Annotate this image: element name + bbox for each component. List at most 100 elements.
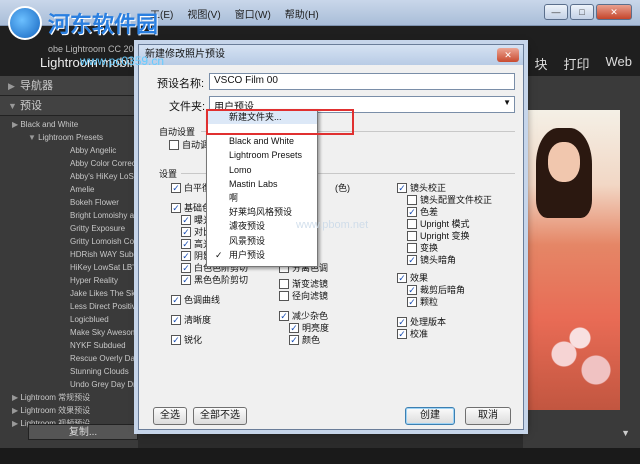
folder-menu-item[interactable]: Mastin Labs bbox=[207, 177, 317, 191]
create-button[interactable]: 创建 bbox=[405, 407, 455, 425]
preset-item[interactable]: Make Sky Awesome bbox=[0, 326, 138, 339]
menu-window[interactable]: 窗口(W) bbox=[235, 6, 271, 21]
new-preset-dialog: 新建修改照片预设 ✕ 预设名称: VSCO Film 00 文件夹: 用户预设 … bbox=[138, 44, 524, 430]
module-picker: 块 打印 Web bbox=[534, 54, 632, 73]
select-none-button[interactable]: 全部不选 bbox=[193, 407, 247, 425]
select-all-button[interactable]: 全选 bbox=[153, 407, 187, 425]
preset-item[interactable]: Stunning Clouds bbox=[0, 365, 138, 378]
preset-item[interactable]: Jake Likes The Sky bbox=[0, 287, 138, 300]
preset-item[interactable]: Rescue Overly Dark bbox=[0, 352, 138, 365]
preset-label: Lightroom Presets bbox=[38, 133, 104, 142]
preset-item[interactable]: Gritty Lomoish Con bbox=[0, 235, 138, 248]
expanded-triangle-icon: ▼ bbox=[28, 133, 39, 142]
checkbox-box: ✓ bbox=[181, 214, 191, 225]
module-print[interactable]: 打印 bbox=[563, 54, 589, 73]
checkbox-box bbox=[407, 242, 417, 253]
preset-name-label: 预设名称: bbox=[157, 78, 205, 90]
dialog-title: 新建修改照片预设 bbox=[139, 45, 523, 65]
module-slideshow[interactable]: 块 bbox=[534, 54, 547, 73]
dialog-close-button[interactable]: ✕ bbox=[497, 48, 519, 62]
checkbox-box: ✓ bbox=[397, 182, 407, 193]
navigator-panel-header[interactable]: ▶ 导航器 bbox=[0, 76, 138, 96]
checkbox-box: ✓ bbox=[181, 238, 191, 249]
setting-checkbox[interactable]: ✓ 黑色色阶剪切 bbox=[181, 273, 248, 286]
preset-item[interactable]: HiKey LowSat LB'd bbox=[0, 261, 138, 274]
checkbox-box: ✓ bbox=[289, 322, 299, 333]
close-window-button[interactable]: ✕ bbox=[596, 4, 632, 20]
preset-label: Abby's HiKey LoSat bbox=[70, 172, 138, 181]
preset-item[interactable]: Logicblued bbox=[0, 313, 138, 326]
checkbox-box: ✓ bbox=[171, 334, 181, 345]
preset-label: Undo Grey Day Dra bbox=[70, 380, 138, 389]
menu-help[interactable]: 帮助(H) bbox=[285, 6, 319, 21]
preset-item[interactable]: Bright Lomoishy a bbox=[0, 209, 138, 222]
panel-collapse-icon[interactable]: ▼ bbox=[621, 428, 630, 438]
preset-label: NYKF Subdued bbox=[70, 341, 126, 350]
preset-item[interactable]: NYKF Subdued bbox=[0, 339, 138, 352]
auto-checkbox[interactable]: 自动调 bbox=[169, 138, 209, 151]
preset-item[interactable]: Gritty Exposure bbox=[0, 222, 138, 235]
checkbox-box bbox=[407, 230, 417, 241]
preset-item[interactable]: Abby Angelic bbox=[0, 144, 138, 157]
setting-checkbox[interactable]: ✓ 颜色 bbox=[289, 333, 320, 346]
preset-item[interactable]: Abby Color Correct bbox=[0, 157, 138, 170]
setting-checkbox[interactable]: ✓ 校准 bbox=[397, 327, 428, 340]
preset-item[interactable]: Hyper Reality bbox=[0, 274, 138, 287]
bottom-bar bbox=[0, 448, 640, 464]
preset-label: Jake Likes The Sky bbox=[70, 289, 138, 298]
folder-menu-item[interactable]: 啊 bbox=[207, 191, 317, 205]
highlight-box bbox=[206, 109, 354, 135]
navigator-label: 导航器 bbox=[20, 80, 53, 92]
setting-checkbox[interactable]: ✓ 清晰度 bbox=[171, 313, 211, 326]
preset-label: Bokeh Flower bbox=[70, 198, 119, 207]
lightroom-version: obe Lightroom CC 2015 bbox=[48, 44, 144, 54]
checkbox-box: ✓ bbox=[171, 202, 181, 213]
preset-item[interactable]: Abby's HiKey LoSat bbox=[0, 170, 138, 183]
watermark-url: www.pc0359.cn bbox=[80, 54, 165, 68]
cancel-button[interactable]: 取消 bbox=[465, 407, 511, 425]
copy-button[interactable]: 复制... bbox=[28, 424, 138, 440]
folder-menu-item[interactable]: Lightroom Presets bbox=[207, 148, 317, 162]
setting-checkbox[interactable]: ✓ 白平衡 bbox=[171, 181, 211, 194]
checkbox-box bbox=[279, 278, 289, 289]
preset-folder[interactable]: ▶ Lightroom 常规预设 bbox=[0, 391, 138, 404]
setting-checkbox[interactable]: 径向滤镜 bbox=[279, 289, 328, 302]
dropdown-arrow-icon: ▼ bbox=[503, 98, 511, 107]
presets-panel-header[interactable]: ▼ 预设 bbox=[0, 96, 138, 116]
preset-label: Hyper Reality bbox=[70, 276, 119, 285]
preset-list: ▶ Black and White ▼ Lightroom Presets Abby… bbox=[0, 116, 138, 430]
preset-folder[interactable]: ▶ Black and White bbox=[0, 118, 138, 131]
checkmark-icon: ✓ bbox=[215, 249, 223, 260]
folder-menu-item[interactable]: Lomo bbox=[207, 163, 317, 177]
setting-checkbox[interactable]: ✓ 颗粒 bbox=[407, 295, 438, 308]
preset-name-input[interactable]: VSCO Film 00 bbox=[209, 73, 515, 90]
watermark-logo-icon bbox=[8, 6, 42, 40]
setting-checkbox[interactable]: ✓ 色调曲线 bbox=[171, 293, 220, 306]
overlay-watermark: www.pbom.net bbox=[296, 219, 369, 231]
preset-folder[interactable]: ▶ Lightroom 效果预设 bbox=[0, 404, 138, 417]
preset-item[interactable]: Undo Grey Day Dra bbox=[0, 378, 138, 391]
preset-label: HDRish WAY Subdu bbox=[70, 250, 138, 259]
checkbox-label: 色调曲线 bbox=[184, 295, 221, 305]
watermark-text: 河东软件园 bbox=[48, 12, 159, 38]
preset-folder[interactable]: ▼ Lightroom Presets bbox=[0, 131, 138, 144]
preset-item[interactable]: Amelie bbox=[0, 183, 138, 196]
checkbox-box bbox=[169, 139, 179, 150]
folder-menu-item[interactable]: 好莱坞风格预设 bbox=[207, 205, 317, 219]
setting-checkbox[interactable]: ✓ 锐化 bbox=[171, 333, 202, 346]
folder-menu-item[interactable]: 用户预设 ✓ bbox=[207, 248, 317, 262]
preset-item[interactable]: Bokeh Flower bbox=[0, 196, 138, 209]
checkbox-box: ✓ bbox=[181, 274, 191, 285]
folder-menu-item[interactable]: Black and White bbox=[207, 134, 317, 148]
preset-item[interactable]: Less Direct Positive bbox=[0, 300, 138, 313]
setting-checkbox[interactable]: ✓ 镜头暗角 bbox=[407, 253, 456, 266]
auto-settings-label: 自动设置 bbox=[159, 127, 196, 137]
minimize-button[interactable]: — bbox=[544, 4, 568, 20]
preset-label: HiKey LowSat LB'd bbox=[70, 263, 138, 272]
preset-item[interactable]: HDRish WAY Subdu bbox=[0, 248, 138, 261]
maximize-button[interactable]: □ bbox=[570, 4, 594, 20]
presets-label: 预设 bbox=[20, 100, 42, 112]
module-web[interactable]: Web bbox=[606, 54, 633, 73]
folder-menu-item[interactable]: 风景预设 bbox=[207, 234, 317, 248]
menu-view[interactable]: 视图(V) bbox=[187, 6, 220, 21]
